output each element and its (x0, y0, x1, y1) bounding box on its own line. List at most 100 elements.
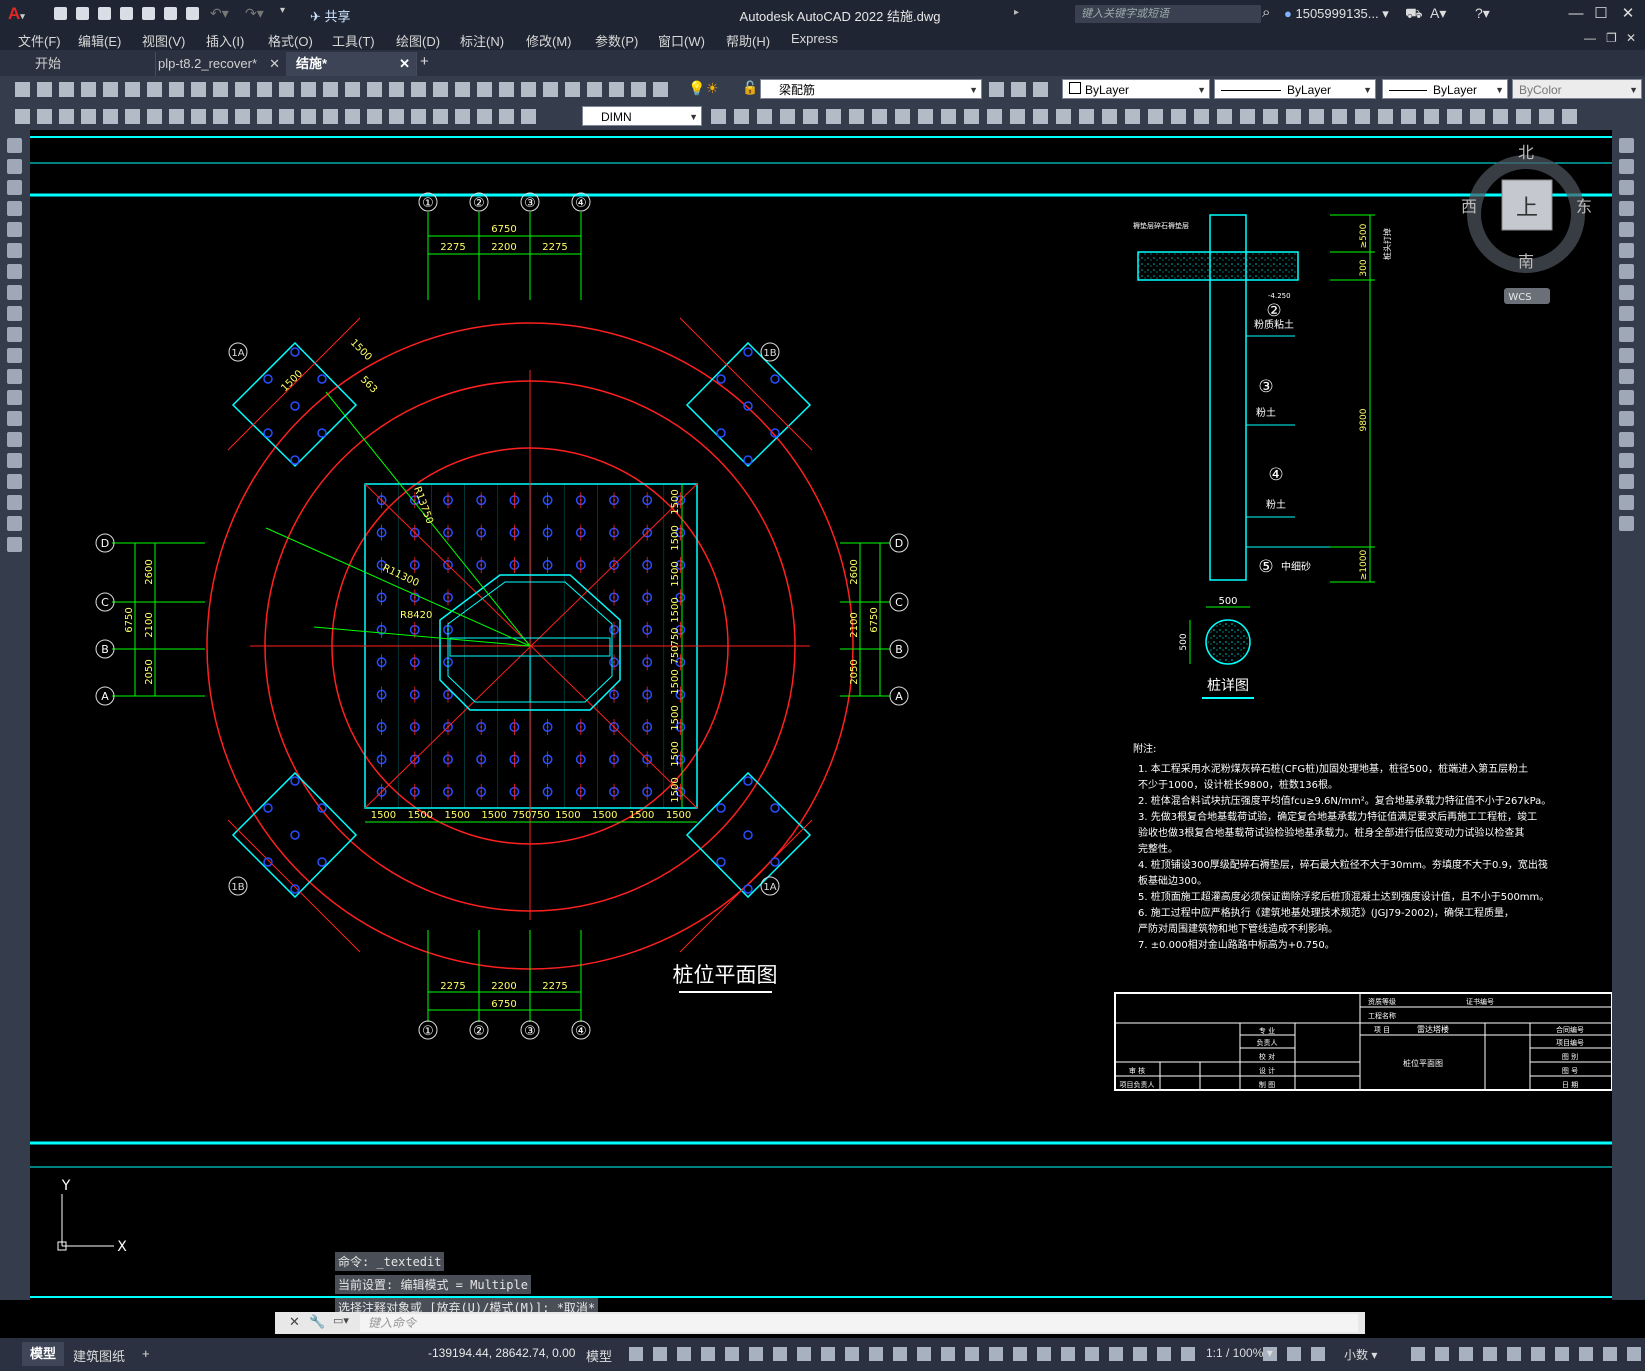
help-icon[interactable]: ?▾ (1475, 5, 1490, 22)
dimension-tool-22-icon[interactable] (476, 108, 493, 125)
viewcube-wcs[interactable]: WCS (1508, 292, 1531, 303)
view-tool-6-icon[interactable] (825, 108, 842, 125)
status-toggle-4-icon[interactable] (700, 1346, 717, 1363)
view-tool-4-icon[interactable] (779, 108, 796, 125)
status-toggle-36-icon[interactable] (1602, 1346, 1619, 1363)
dimension-tool-2-icon[interactable] (36, 108, 53, 125)
viewcube-north[interactable]: 北 (1518, 143, 1534, 162)
view-tool-36-icon[interactable] (1515, 108, 1532, 125)
view-tool-31-icon[interactable] (1400, 108, 1417, 125)
search-expand-icon[interactable]: ▸ (1014, 7, 1019, 18)
view-tool-35-icon[interactable] (1492, 108, 1509, 125)
view-tool-22-icon[interactable] (1193, 108, 1210, 125)
menu-edit[interactable]: 编辑(E) (78, 31, 121, 50)
dimension-tool-20-icon[interactable] (432, 108, 449, 125)
view-tool-14-icon[interactable] (1009, 108, 1026, 125)
standard-tool-8-icon[interactable] (168, 81, 185, 98)
draw-tool-5-icon[interactable] (7, 222, 24, 239)
doc-restore-button[interactable]: ❐ (1606, 31, 1617, 45)
modify-tool-1-icon[interactable] (1619, 138, 1636, 155)
menu-window[interactable]: 窗口(W) (658, 31, 705, 50)
standard-tool-28-icon[interactable] (608, 81, 625, 98)
status-toggle-26-icon[interactable] (1286, 1346, 1303, 1363)
standard-tool-26-icon[interactable] (564, 81, 581, 98)
draw-tool-7-icon[interactable] (7, 264, 24, 281)
standard-tool-25-icon[interactable] (542, 81, 559, 98)
viewcube-south[interactable]: 南 (1518, 252, 1534, 271)
tab-close-icon[interactable]: ✕ (399, 52, 410, 76)
view-tool-37-icon[interactable] (1538, 108, 1555, 125)
tab-close-icon[interactable]: ✕ (269, 52, 280, 76)
view-tool-19-icon[interactable] (1124, 108, 1141, 125)
view-tool-20-icon[interactable] (1147, 108, 1164, 125)
standard-tool-17-icon[interactable] (366, 81, 383, 98)
draw-tool-13-icon[interactable] (7, 390, 24, 407)
status-toggle-13-icon[interactable] (916, 1346, 933, 1363)
new-file-icon[interactable] (52, 5, 69, 22)
dimension-tool-6-icon[interactable] (124, 108, 141, 125)
dimension-tool-14-icon[interactable] (300, 108, 317, 125)
search-icon[interactable]: ⌕ (1262, 4, 1270, 21)
menu-dimension[interactable]: 标注(N) (460, 31, 504, 50)
status-toggle-30-icon[interactable] (1458, 1346, 1475, 1363)
draw-tool-1-icon[interactable] (7, 138, 24, 155)
doc-close-button[interactable]: ✕ (1626, 31, 1636, 45)
share-button[interactable]: ✈ 共享 (310, 6, 351, 25)
standard-tool-12-icon[interactable] (256, 81, 273, 98)
modify-tool-17-icon[interactable] (1619, 474, 1636, 491)
modify-tool-3-icon[interactable] (1619, 180, 1636, 197)
save-to-web-icon[interactable] (162, 5, 179, 22)
modify-tool-4-icon[interactable] (1619, 201, 1636, 218)
status-toggle-11-icon[interactable] (868, 1346, 885, 1363)
menu-format[interactable]: 格式(O) (268, 31, 313, 50)
view-tool-27-icon[interactable] (1308, 108, 1325, 125)
open-file-icon[interactable] (74, 5, 91, 22)
modify-tool-18-icon[interactable] (1619, 495, 1636, 512)
viewcube-west[interactable]: 西 (1461, 197, 1477, 216)
status-toggle-15-icon[interactable] (964, 1346, 981, 1363)
dimstyle-dropdown[interactable]: DIMN ▼ (582, 106, 702, 126)
draw-tool-19-icon[interactable] (7, 516, 24, 533)
save-as-icon[interactable] (118, 5, 135, 22)
standard-tool-21-icon[interactable] (454, 81, 471, 98)
view-tool-34-icon[interactable] (1469, 108, 1486, 125)
standard-tool-9-icon[interactable] (190, 81, 207, 98)
view-tool-7-icon[interactable] (848, 108, 865, 125)
close-button[interactable]: ✕ (1617, 4, 1639, 24)
draw-tool-6-icon[interactable] (7, 243, 24, 260)
layer-dropdown[interactable]: 梁配筋 ▼ (760, 79, 982, 99)
view-tool-11-icon[interactable] (940, 108, 957, 125)
standard-tool-23-icon[interactable] (498, 81, 515, 98)
view-tool-16-icon[interactable] (1055, 108, 1072, 125)
customize-qat-icon[interactable]: ▾ (280, 5, 285, 16)
view-tool-33-icon[interactable] (1446, 108, 1463, 125)
menu-express[interactable]: Express (791, 31, 838, 46)
view-tool-26-icon[interactable] (1285, 108, 1302, 125)
modify-tool-8-icon[interactable] (1619, 285, 1636, 302)
modify-tool-10-icon[interactable] (1619, 327, 1636, 344)
view-tool-24-icon[interactable] (1239, 108, 1256, 125)
dimension-tool-9-icon[interactable] (190, 108, 207, 125)
standard-tool-29-icon[interactable] (630, 81, 647, 98)
draw-tool-3-icon[interactable] (7, 180, 24, 197)
lineweight-dropdown[interactable]: ByLayer ▼ (1382, 79, 1508, 99)
new-tab-button[interactable]: + (420, 53, 429, 70)
dimension-tool-19-icon[interactable] (410, 108, 427, 125)
view-tool-30-icon[interactable] (1377, 108, 1394, 125)
status-toggle-8-icon[interactable] (796, 1346, 813, 1363)
command-close-icon[interactable]: ✕ (289, 1314, 300, 1330)
dimension-tool-15-icon[interactable] (322, 108, 339, 125)
view-tool-32-icon[interactable] (1423, 108, 1440, 125)
view-tool-17-icon[interactable] (1078, 108, 1095, 125)
standard-tool-20-icon[interactable] (432, 81, 449, 98)
status-toggle-27-icon[interactable] (1310, 1346, 1327, 1363)
view-tool-38-icon[interactable] (1561, 108, 1578, 125)
view-tool-18-icon[interactable] (1101, 108, 1118, 125)
menu-insert[interactable]: 插入(I) (206, 31, 244, 50)
status-toggle-7-icon[interactable] (772, 1346, 789, 1363)
standard-tool-24-icon[interactable] (520, 81, 537, 98)
draw-tool-14-icon[interactable] (7, 411, 24, 428)
draw-tool-15-icon[interactable] (7, 432, 24, 449)
tab-plp[interactable]: plp-t8.2_recover* ✕ (148, 52, 287, 76)
menu-file[interactable]: 文件(F) (18, 31, 61, 50)
